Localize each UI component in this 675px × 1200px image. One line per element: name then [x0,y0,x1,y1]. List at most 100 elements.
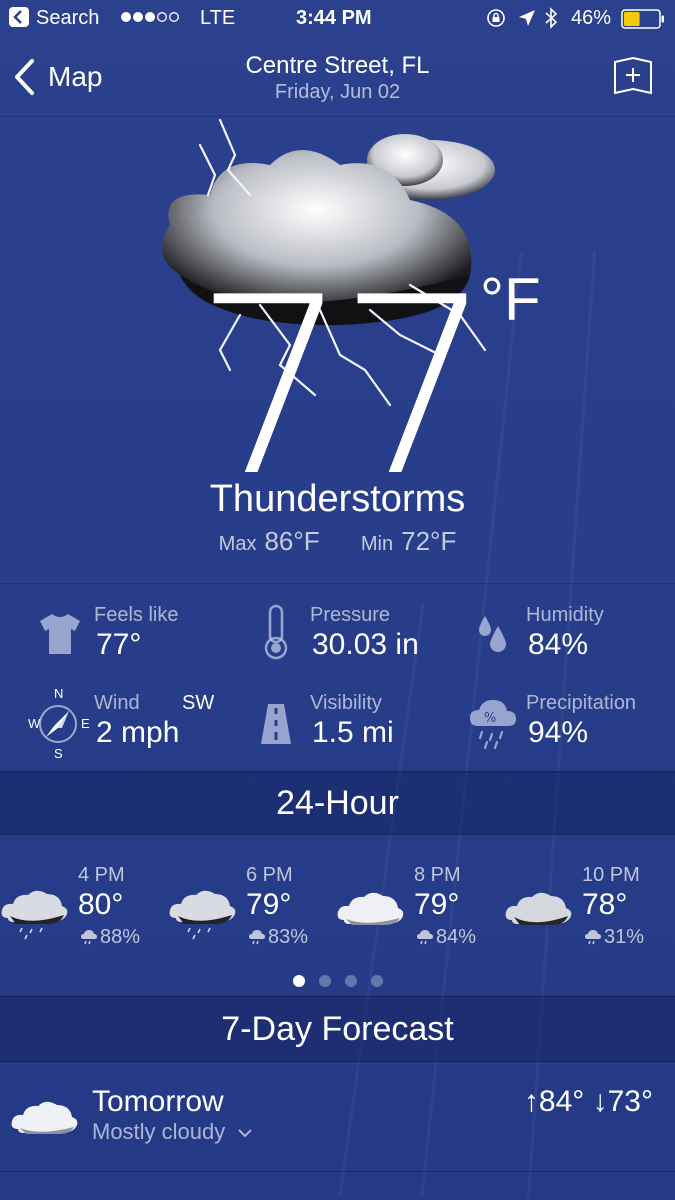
location-title: Centre Street, FL [245,52,430,79]
svg-text:%: % [484,711,496,726]
hourly-precip-value: 83% [268,926,309,948]
humidity-value: 84% [528,628,589,661]
visibility-value: 1.5 mi [312,716,394,749]
hourly-precip: 84% [416,926,476,949]
compass-w: W [28,716,41,731]
bluetooth-icon [544,7,558,35]
current-condition: Thunderstorms [209,478,466,520]
wind-value: 2 mph [96,716,180,749]
rain-drop-icon [249,929,265,944]
pressure-value: 30.03 in [312,628,419,661]
battery-icon [621,9,665,35]
hourly-time: 6 PM [246,864,293,886]
hourly-precip: 31% [584,926,644,949]
rain-cloud-icon [1,890,68,940]
visibility-label: Visibility [310,692,382,714]
location-arrow-icon [518,9,536,33]
hourly-title: 24-Hour [276,784,399,822]
hourly-time: 8 PM [414,864,461,886]
hourly-time: 10 PM [582,864,640,886]
precipitation-value: 94% [528,716,589,749]
tshirt-icon [40,614,80,654]
detail-pressure: Pressure 30.03 in [225,598,450,684]
detail-visibility: Visibility 1.5 mi [225,688,450,774]
detail-humidity: Humidity 84% [450,598,675,684]
nav-header: Map Centre Street, FL Friday, Jun 02 [0,36,675,117]
rain-drop-icon [417,929,433,944]
detail-precipitation: % Precipitation 94% [450,688,675,774]
rain-drop-icon [585,929,601,944]
wind-direction: SW [182,692,215,714]
daily-day: Tomorrow [92,1085,224,1118]
daily-title: 7-Day Forecast [221,1010,454,1048]
add-bookmark-icon [614,56,652,95]
hourly-time: 4 PM [78,864,125,886]
weather-details-grid: Feels like 77° Pressure 30.03 in Humidit… [0,583,675,773]
daily-temps: ↑84° ↓73° [524,1085,653,1119]
temperature-unit: °F [480,266,541,333]
signal-strength-icon [120,8,182,31]
max-value: 86°F [264,526,320,556]
daily-section-header: 7-Day Forecast [0,996,675,1062]
dark-cloud-icon [505,892,572,925]
feels-like-label: Feels like [94,604,179,626]
page-dot[interactable] [318,975,331,987]
battery-percent: 46% [571,7,612,29]
page-dot[interactable] [292,975,305,987]
hourly-precip: 88% [80,926,140,949]
back-to-app-icon[interactable] [8,6,30,34]
compass-n: N [54,686,64,701]
wind-compass-icon: N E S W [26,686,90,761]
hourly-item: 10 PM 78° 31% [504,864,672,974]
hourly-precip: 83% [248,926,308,949]
chevron-down-icon [238,1129,253,1138]
status-bar: Search LTE 3:44 PM 46% [0,0,675,36]
daily-row-tomorrow[interactable]: Tomorrow Mostly cloudy ↑84° ↓73° [0,1061,675,1172]
hourly-item: 6 PM 79° 83% [168,864,336,974]
page-dot[interactable] [344,975,357,987]
hourly-temp: 79° [414,888,460,921]
max-min-row: Max 86°F Min 72°F [0,526,675,557]
daily-condition: Mostly cloudy [92,1119,253,1145]
max-label: Max [218,533,257,555]
rotation-lock-icon [486,8,506,34]
precipitation-label: Precipitation [526,692,637,714]
detail-wind: N E S W Wind SW 2 mph [0,686,225,774]
hourly-precip-value: 84% [436,926,477,948]
hourly-precip-value: 88% [100,926,141,948]
hourly-precip-value: 31% [604,926,645,948]
hourly-section-header: 24-Hour [0,771,675,835]
hourly-temp: 78° [582,888,628,921]
cloud-icon [11,1101,78,1134]
thermometer-icon [264,604,288,660]
compass-s: S [54,746,63,761]
road-icon [261,704,291,744]
carrier-label: LTE [200,7,236,29]
hourly-item: 8 PM 79° 84% [336,864,504,974]
detail-feels-like: Feels like 77° [0,598,225,684]
humidity-label: Humidity [526,604,604,626]
feels-like-value: 77° [96,628,142,661]
clock: 3:44 PM [296,7,372,29]
page-dot[interactable] [370,975,383,987]
add-location-button[interactable] [613,56,653,101]
min-value: 72°F [401,526,457,556]
min-label: Min [360,533,394,555]
cloud-icon [337,892,404,925]
wind-label: Wind [94,692,140,714]
hourly-temp: 79° [246,888,292,921]
daily-high: ↑84° [523,1085,585,1118]
water-drops-icon [479,616,506,652]
daily-low: ↓73° [592,1085,653,1118]
back-app-label[interactable]: Search [36,7,99,30]
rain-drop-icon [81,929,97,944]
pressure-label: Pressure [310,604,391,626]
hourly-item: 4 PM 80° 88% [0,864,168,974]
hourly-forecast-list[interactable]: 4 PM 80° 88% 6 PM 79° 83% 8 PM 79° 84% 1… [0,864,675,974]
page-indicator[interactable] [0,974,675,992]
compass-e: E [81,716,90,731]
rain-cloud-icon [169,890,236,940]
location-date: Friday, Jun 02 [274,81,401,103]
precipitation-cloud-icon: % [470,700,516,750]
hourly-temp: 80° [78,888,124,921]
